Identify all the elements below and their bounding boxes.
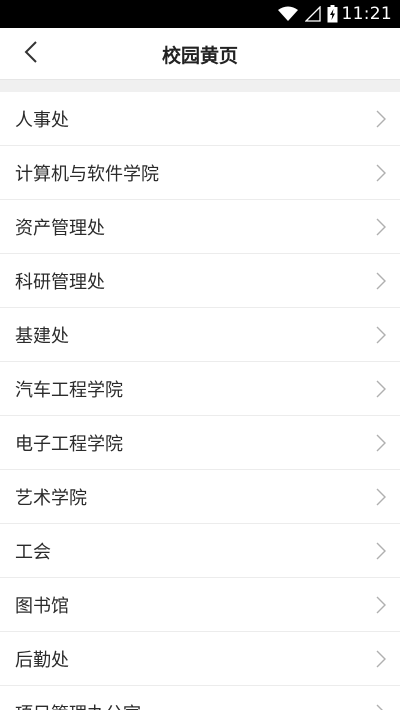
- directory-list[interactable]: 人事处 计算机与软件学院 资产管理处 科研管理处 基建处 汽车工程学院 电子工程…: [0, 92, 400, 710]
- list-item[interactable]: 图书馆: [0, 578, 400, 632]
- list-item-label: 图书馆: [15, 596, 69, 617]
- list-item[interactable]: 电子工程学院: [0, 416, 400, 470]
- chevron-right-icon: [376, 164, 386, 182]
- list-item-label: 工会: [15, 542, 51, 563]
- chevron-right-icon: [376, 704, 386, 710]
- list-item[interactable]: 资产管理处: [0, 200, 400, 254]
- app-header: 校园黄页: [0, 28, 400, 80]
- page-title: 校园黄页: [161, 44, 238, 67]
- list-item-label: 人事处: [15, 110, 69, 131]
- list-item[interactable]: 科研管理处: [0, 254, 400, 308]
- chevron-right-icon: [376, 218, 386, 236]
- list-item[interactable]: 计算机与软件学院: [0, 146, 400, 200]
- chevron-right-icon: [376, 272, 386, 290]
- list-item-label: 资产管理处: [15, 218, 105, 239]
- list-item[interactable]: 后勤处: [0, 632, 400, 686]
- status-bar: 11:21: [0, 0, 400, 28]
- list-item-label: 科研管理处: [15, 272, 105, 293]
- chevron-right-icon: [376, 326, 386, 344]
- list-item-label: 汽车工程学院: [15, 380, 123, 401]
- chevron-right-icon: [376, 488, 386, 506]
- section-divider: [0, 80, 400, 92]
- list-item-label: 项目管理办公室: [15, 700, 141, 710]
- list-item[interactable]: 艺术学院: [0, 470, 400, 524]
- chevron-right-icon: [376, 542, 386, 560]
- status-icons: [277, 5, 338, 23]
- list-item-label: 电子工程学院: [15, 434, 123, 455]
- signal-icon: [304, 6, 321, 22]
- list-item-label: 后勤处: [15, 650, 69, 671]
- list-item-label: 基建处: [15, 326, 69, 347]
- list-item[interactable]: 工会: [0, 524, 400, 578]
- wifi-icon: [277, 6, 299, 22]
- list-item[interactable]: 项目管理办公室: [0, 686, 400, 710]
- chevron-right-icon: [376, 434, 386, 452]
- chevron-right-icon: [376, 380, 386, 398]
- battery-charging-icon: [327, 5, 338, 23]
- list-item-label: 计算机与软件学院: [15, 164, 159, 185]
- chevron-right-icon: [376, 110, 386, 128]
- list-item-label: 艺术学院: [15, 488, 87, 509]
- chevron-right-icon: [376, 596, 386, 614]
- chevron-right-icon: [376, 650, 386, 668]
- list-item[interactable]: 汽车工程学院: [0, 362, 400, 416]
- status-time: 11:21: [341, 4, 392, 24]
- list-item[interactable]: 基建处: [0, 308, 400, 362]
- list-item[interactable]: 人事处: [0, 92, 400, 146]
